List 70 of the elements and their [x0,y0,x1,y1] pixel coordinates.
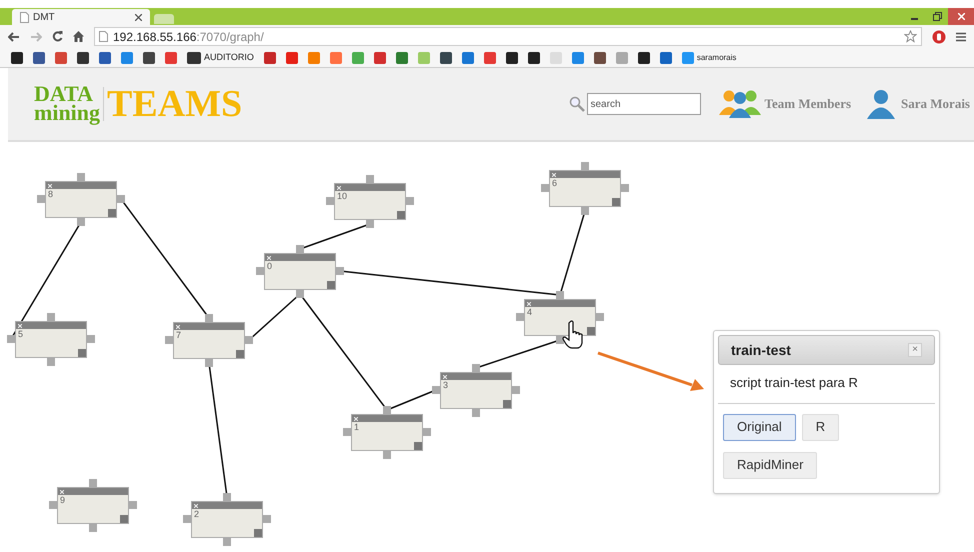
new-tab-button[interactable] [154,14,174,24]
bookmark[interactable]: saramorais [682,52,736,64]
resize-handle[interactable] [397,211,405,219]
node-label: 3 [443,381,448,390]
bookmark-icon[interactable] [143,52,155,64]
node-label: 7 [176,331,182,340]
stop-sign-icon[interactable] [932,30,946,44]
node-label: 10 [337,192,348,201]
back-icon[interactable] [8,32,20,42]
bookmark-icon[interactable] [33,52,45,64]
resize-handle[interactable] [587,327,595,335]
close-icon [958,13,964,20]
popup-description: script train-test para R [718,365,935,404]
bookmark-icon [187,52,201,64]
bookmark-icon[interactable] [506,52,518,64]
resize-handle[interactable] [108,209,116,217]
resize-handle[interactable] [120,515,128,523]
logo-text: mining [34,104,100,123]
user-icon [865,88,898,120]
node-label: 1 [354,423,360,432]
popup-title: train-test [731,340,792,360]
user-link[interactable]: Sara Morais [865,88,970,120]
port[interactable] [556,336,564,344]
close-icon[interactable] [135,14,142,20]
option-button[interactable]: R [802,414,840,440]
resize-handle[interactable] [236,350,244,358]
bookmark-icon[interactable] [440,52,452,64]
menu-icon[interactable] [956,32,966,42]
search-field[interactable]: search [586,93,700,115]
team-members-link[interactable]: Team Members [716,89,852,119]
reload-icon[interactable] [52,31,63,42]
browser-tab[interactable]: DMT [12,9,150,25]
bookmark-icon[interactable] [11,52,23,64]
node-label: 2 [194,510,200,519]
node-label: 9 [60,496,66,505]
restore-icon[interactable] [933,12,942,21]
tab-title: DMT [33,10,56,24]
bookmark[interactable]: AUDITORIO [187,50,254,64]
bookmark-icon[interactable] [77,52,89,64]
node-label: 0 [267,262,272,271]
url-text: 192.168.55.166:7070/graph/ [113,28,265,46]
resize-handle[interactable] [503,400,511,408]
page-icon [99,31,108,42]
resize-handle[interactable] [612,198,620,206]
page-icon [20,12,29,22]
close-button[interactable]: × [908,343,922,357]
resize-handle[interactable] [254,529,262,537]
resize-handle[interactable] [414,442,422,450]
home-icon[interactable] [73,31,84,42]
node-label: 8 [48,190,54,199]
node-label: 6 [552,179,558,188]
bookmark-icon[interactable] [638,52,650,64]
resize-handle[interactable] [327,281,335,289]
window-close-button[interactable] [948,8,974,25]
resize-handle[interactable] [78,349,86,357]
logo-text: DATA [34,85,94,104]
option-button[interactable]: Original [723,414,796,440]
logo-text: TEAMS [107,85,242,123]
option-button[interactable]: RapidMiner [723,452,818,478]
bookmark-icon [682,52,694,64]
hand-cursor-icon [562,320,584,350]
bookmark-icon[interactable] [594,52,606,64]
address-bar[interactable]: 192.168.55.166:7070/graph/ [94,27,922,46]
search-icon [568,96,584,112]
star-icon[interactable] [904,30,917,43]
forward-icon[interactable] [30,32,42,42]
node-label: 5 [18,330,24,339]
node-label: 4 [527,308,532,317]
bookmark-icon[interactable] [528,52,540,64]
group-icon [716,89,762,119]
